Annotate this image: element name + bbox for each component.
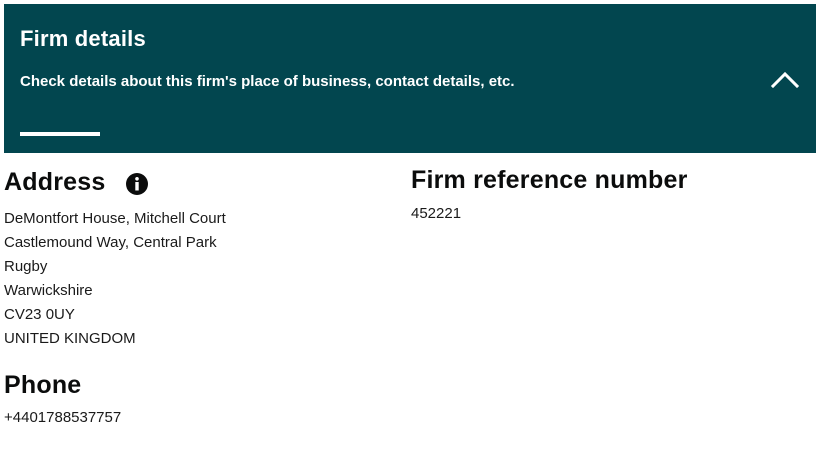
phone-number: +4401788537757 [4, 409, 122, 426]
firm-details-panel: Firm details Check details about this fi… [4, 4, 816, 153]
frn-number: 452221 [411, 205, 462, 222]
info-icon[interactable] [126, 173, 148, 195]
panel-description: Check details about this firm's place of… [20, 73, 515, 90]
collapse-button[interactable] [768, 62, 802, 96]
address-line: CV23 0UY [4, 306, 75, 323]
frn-heading: Firm reference number [411, 166, 688, 194]
chevron-up-icon [771, 71, 799, 88]
address-heading: Address [4, 168, 106, 196]
panel-underline [20, 132, 100, 136]
address-line: Rugby [4, 258, 48, 275]
address-lines: DeMontfort House, Mitchell Court Castlem… [4, 207, 226, 351]
address-line: UNITED KINGDOM [4, 330, 136, 347]
address-line: Warwickshire [4, 282, 93, 299]
phone-heading: Phone [4, 371, 82, 399]
address-line: Castlemound Way, Central Park [4, 234, 217, 251]
address-line: DeMontfort House, Mitchell Court [4, 210, 226, 227]
panel-title: Firm details [20, 26, 146, 51]
